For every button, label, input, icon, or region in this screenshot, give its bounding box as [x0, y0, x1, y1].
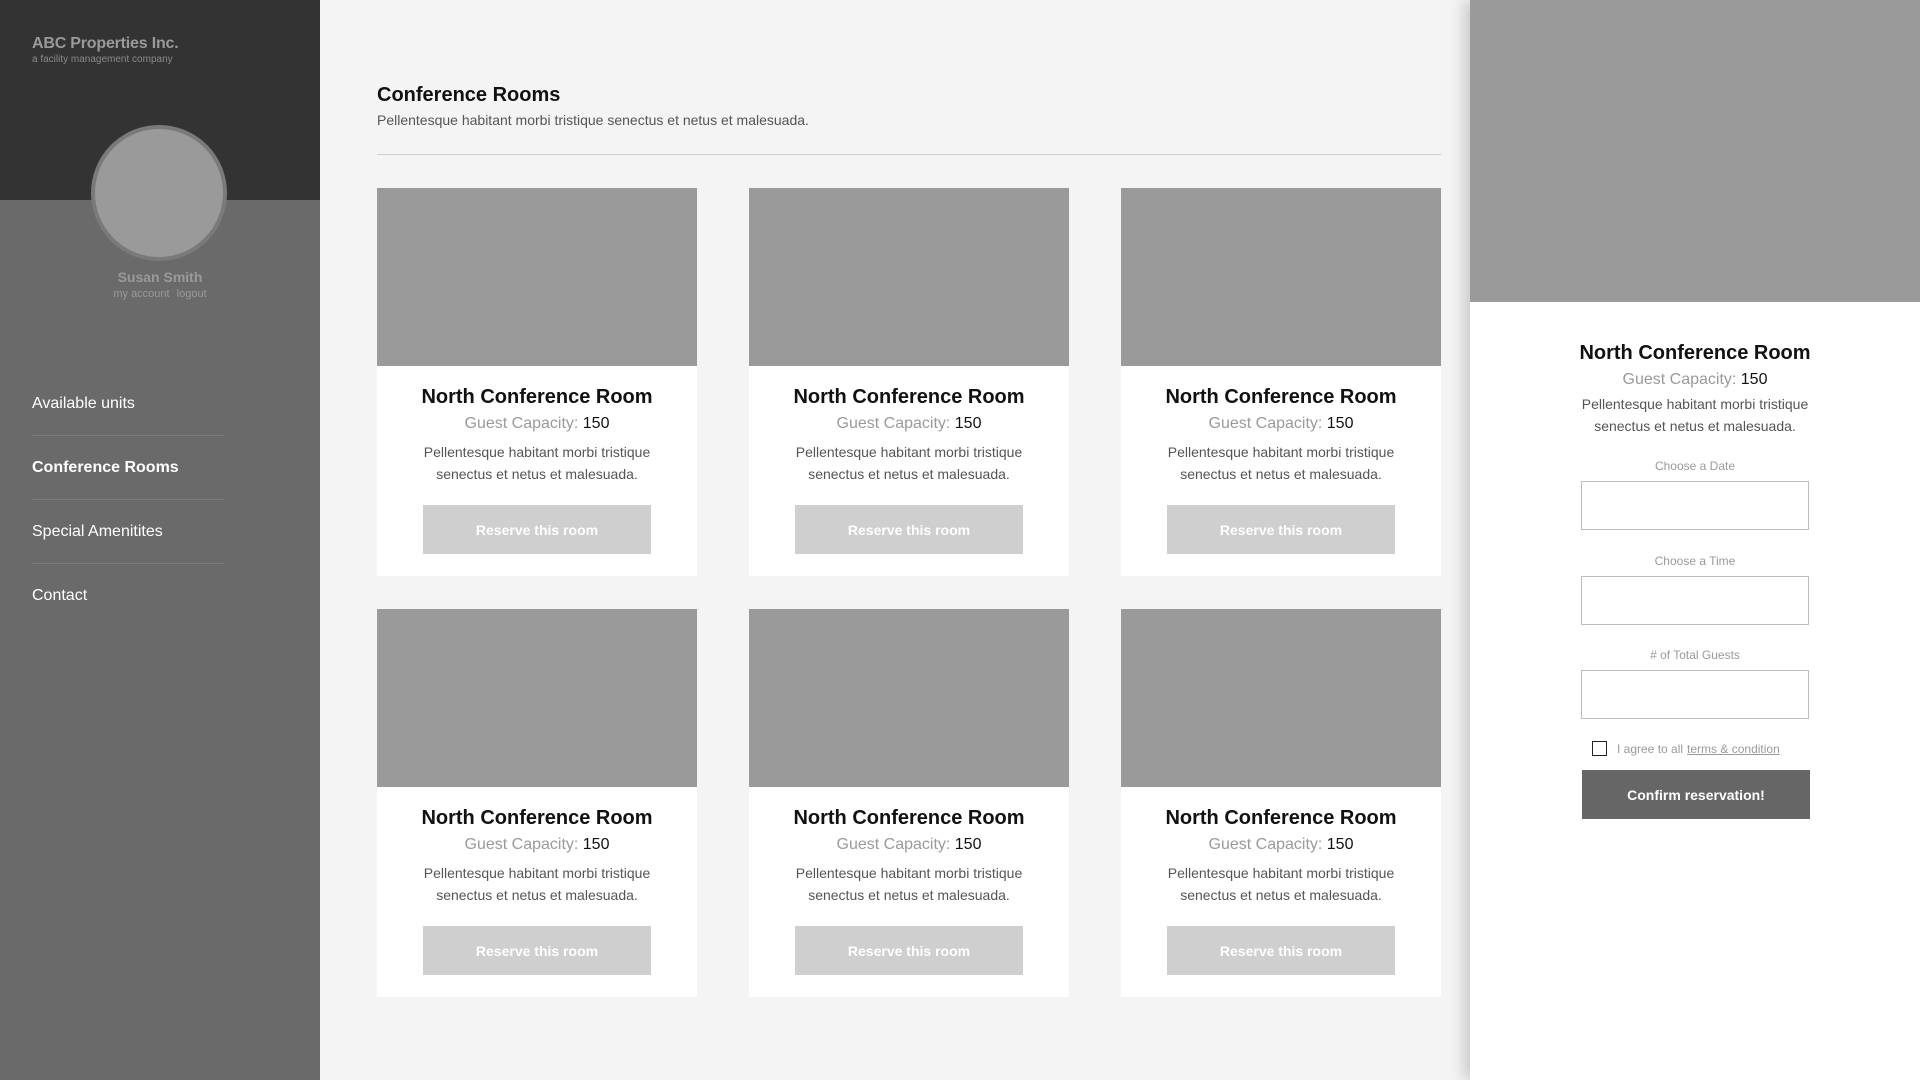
room-name: North Conference Room: [1165, 386, 1397, 408]
reserve-room-button[interactable]: Reserve this room: [1167, 926, 1395, 975]
my-account-link[interactable]: my account: [113, 288, 169, 300]
capacity-value: 150: [1326, 836, 1354, 853]
capacity-value: 150: [954, 836, 982, 853]
sidebar-item-contact[interactable]: Contact: [32, 564, 224, 628]
capacity-value: 150: [1326, 415, 1354, 432]
capacity-label: Guest Capacity:: [1622, 371, 1737, 388]
capacity-label: Guest Capacity:: [836, 415, 951, 432]
room-capacity: Guest Capacity: 150: [377, 415, 697, 433]
guests-field[interactable]: [1581, 670, 1809, 719]
capacity-label: Guest Capacity:: [1208, 836, 1323, 853]
room-image: [377, 609, 697, 787]
room-description: Pellentesque habitant morbi tristique se…: [423, 865, 651, 903]
room-image: [749, 609, 1069, 787]
reserve-room-button[interactable]: Reserve this room: [423, 926, 651, 975]
room-card: North Conference Room Guest Capacity: 15…: [1121, 188, 1441, 576]
brand-tagline: a facility management company: [32, 54, 173, 65]
room-capacity: Guest Capacity: 150: [1121, 836, 1441, 854]
capacity-value: 150: [582, 415, 610, 432]
room-description: Pellentesque habitant morbi tristique se…: [795, 865, 1023, 903]
reserve-room-button[interactable]: Reserve this room: [795, 505, 1023, 554]
room-card: North Conference Room Guest Capacity: 15…: [1121, 609, 1441, 997]
reservation-panel: North Conference Room Guest Capacity: 15…: [1470, 0, 1920, 1080]
terms-text: I agree to all: [1617, 741, 1684, 756]
sidebar-nav: Available units Conference Rooms Special…: [32, 372, 224, 628]
room-capacity: Guest Capacity: 150: [377, 836, 697, 854]
avatar[interactable]: [91, 125, 227, 261]
room-card: North Conference Room Guest Capacity: 15…: [377, 609, 697, 997]
sidebar-item-special-amenities[interactable]: Special Amenitites: [32, 500, 224, 564]
panel-room-name: North Conference Room: [1579, 342, 1811, 364]
date-field-label: Choose a Date: [1654, 459, 1736, 473]
page-title: Conference Rooms: [377, 84, 561, 106]
time-field-label: Choose a Time: [1654, 554, 1736, 568]
room-description: Pellentesque habitant morbi tristique se…: [795, 444, 1023, 482]
panel-room-image: [1470, 0, 1920, 302]
capacity-label: Guest Capacity:: [464, 415, 579, 432]
room-description: Pellentesque habitant morbi tristique se…: [423, 444, 651, 482]
date-field-group: Choose a Date: [1470, 459, 1920, 530]
room-image: [749, 188, 1069, 366]
time-field[interactable]: [1581, 576, 1809, 625]
reserve-room-button[interactable]: Reserve this room: [795, 926, 1023, 975]
capacity-label: Guest Capacity:: [1208, 415, 1323, 432]
room-card: North Conference Room Guest Capacity: 15…: [377, 188, 697, 576]
room-image: [377, 188, 697, 366]
room-image: [1121, 609, 1441, 787]
room-description: Pellentesque habitant morbi tristique se…: [1167, 444, 1395, 482]
sidebar: ABC Properties Inc. a facility managemen…: [0, 0, 320, 1080]
reserve-room-button[interactable]: Reserve this room: [423, 505, 651, 554]
capacity-value: 150: [954, 415, 982, 432]
guests-field-label: # of Total Guests: [1650, 648, 1740, 662]
page-subtitle: Pellentesque habitant morbi tristique se…: [377, 112, 809, 128]
user-links: my account logout: [0, 288, 320, 300]
reserve-room-button[interactable]: Reserve this room: [1167, 505, 1395, 554]
panel-room-capacity: Guest Capacity: 150: [1470, 371, 1920, 389]
main-content: Conference Rooms Pellentesque habitant m…: [320, 0, 1470, 1080]
room-description: Pellentesque habitant morbi tristique se…: [1167, 865, 1395, 903]
user-name: Susan Smith: [117, 269, 203, 285]
confirm-reservation-button[interactable]: Confirm reservation!: [1582, 770, 1810, 819]
capacity-value: 150: [1740, 371, 1768, 388]
date-field[interactable]: [1581, 481, 1809, 530]
room-image: [1121, 188, 1441, 366]
room-capacity: Guest Capacity: 150: [1121, 415, 1441, 433]
room-capacity: Guest Capacity: 150: [749, 415, 1069, 433]
guests-field-group: # of Total Guests: [1470, 648, 1920, 719]
room-capacity: Guest Capacity: 150: [749, 836, 1069, 854]
room-name: North Conference Room: [793, 807, 1025, 829]
room-name: North Conference Room: [793, 386, 1025, 408]
sidebar-item-conference-rooms[interactable]: Conference Rooms: [32, 436, 224, 500]
room-card: North Conference Room Guest Capacity: 15…: [749, 188, 1069, 576]
terms-link[interactable]: terms & condition: [1687, 742, 1780, 756]
capacity-label: Guest Capacity:: [464, 836, 579, 853]
room-name: North Conference Room: [421, 807, 653, 829]
divider: [377, 154, 1441, 155]
panel-room-description: Pellentesque habitant morbi tristique se…: [1581, 396, 1809, 434]
capacity-label: Guest Capacity:: [836, 836, 951, 853]
brand-name: ABC Properties Inc.: [32, 35, 179, 52]
brand[interactable]: ABC Properties Inc. a facility managemen…: [32, 35, 179, 65]
room-name: North Conference Room: [421, 386, 653, 408]
logout-link[interactable]: logout: [177, 288, 207, 300]
room-name: North Conference Room: [1165, 807, 1397, 829]
terms-agreement: I agree to all terms & condition: [1592, 741, 1780, 756]
capacity-value: 150: [582, 836, 610, 853]
sidebar-item-available-units[interactable]: Available units: [32, 372, 224, 436]
time-field-group: Choose a Time: [1470, 554, 1920, 625]
room-card: North Conference Room Guest Capacity: 15…: [749, 609, 1069, 997]
terms-checkbox[interactable]: [1592, 741, 1607, 756]
